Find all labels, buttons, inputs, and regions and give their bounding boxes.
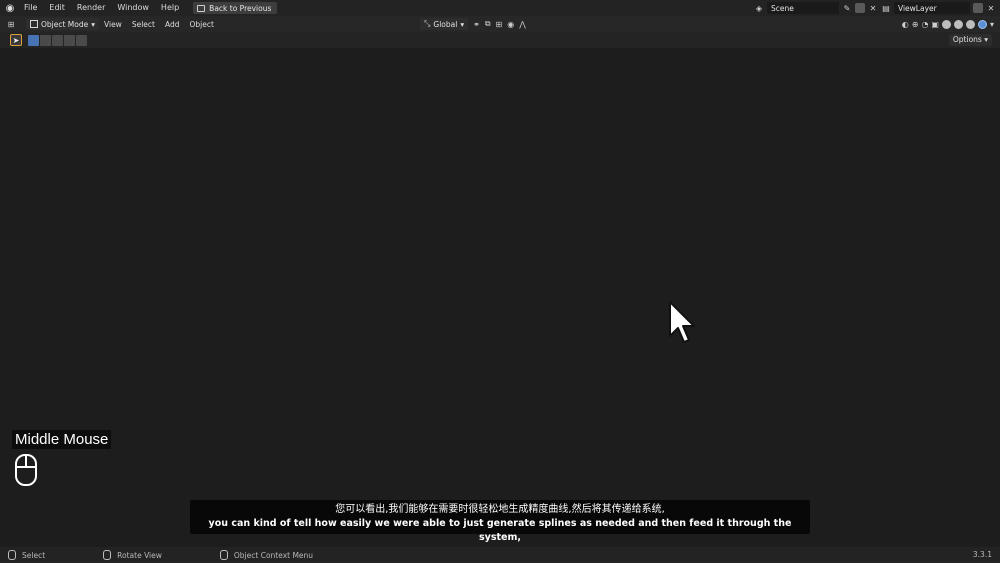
scene-controls: ◈ Scene ✎ ✕ ▤ ViewLayer ✕ bbox=[754, 0, 1000, 16]
transform-orientation-dropdown[interactable]: ⤡ Global ▾ bbox=[420, 18, 469, 30]
mouse-cursor-icon bbox=[669, 301, 695, 343]
version-label: 3.3.1 bbox=[972, 550, 992, 559]
subtitle-chinese: 您可以看出,我们能够在需要时很轻松地生成精度曲线,然后将其传递给系统, bbox=[335, 504, 665, 515]
visibility-icon[interactable]: ◐ bbox=[902, 20, 909, 29]
view-layer-name: ViewLayer bbox=[898, 3, 937, 13]
status-context-label: Object Context Menu bbox=[233, 550, 314, 560]
status-rotate-label: Rotate View bbox=[117, 550, 162, 560]
scene-name-field[interactable]: Scene bbox=[767, 2, 839, 14]
menu-object[interactable]: Object bbox=[185, 20, 219, 29]
mouse-hint-label: Middle Mouse bbox=[12, 430, 112, 449]
middle-mouse-icon bbox=[15, 454, 37, 486]
scene-render bbox=[0, 16, 1000, 547]
top-menu-bar: ◉ File Edit Render Window Help Back to P… bbox=[0, 0, 1000, 16]
object-mode-icon bbox=[30, 20, 38, 28]
status-rotate-view: Rotate View bbox=[103, 550, 162, 560]
menu-add[interactable]: Add bbox=[160, 20, 185, 29]
menu-edit[interactable]: Edit bbox=[43, 0, 71, 16]
editor-type-icon[interactable]: ⊞ bbox=[6, 20, 16, 29]
chevron-down-icon[interactable]: ▾ bbox=[990, 20, 994, 29]
options-dropdown[interactable]: Options ▾ bbox=[948, 34, 992, 46]
view-layer-field[interactable]: ViewLayer bbox=[894, 2, 970, 14]
close-scene-icon[interactable]: ✕ bbox=[868, 4, 878, 13]
left-mouse-icon bbox=[8, 550, 16, 560]
select-new-icon[interactable] bbox=[28, 34, 39, 46]
xray-icon[interactable]: ▣ bbox=[931, 20, 939, 29]
menu-file[interactable]: File bbox=[18, 0, 43, 16]
selection-mode-buttons bbox=[28, 34, 87, 46]
close-view-layer-icon[interactable]: ✕ bbox=[986, 4, 996, 13]
object-mode-label: Object Mode bbox=[41, 19, 89, 29]
overlays-icon[interactable]: ◔ bbox=[921, 20, 928, 29]
material-shading-icon[interactable] bbox=[965, 19, 975, 29]
screen-icon bbox=[197, 4, 206, 12]
object-mode-dropdown[interactable]: Object Mode ▾ bbox=[26, 18, 100, 30]
solid-shading-icon[interactable] bbox=[953, 19, 963, 29]
select-intersect-icon[interactable] bbox=[76, 34, 87, 46]
rendered-shading-icon[interactable] bbox=[977, 19, 987, 29]
falloff-icon[interactable]: ⋀ bbox=[519, 20, 526, 29]
menu-help[interactable]: Help bbox=[155, 0, 185, 16]
wireframe-shading-icon[interactable] bbox=[941, 19, 951, 29]
menu-view[interactable]: View bbox=[99, 20, 127, 29]
status-bar: Select Rotate View Object Context Menu 3… bbox=[0, 547, 1000, 563]
menu-window[interactable]: Window bbox=[111, 0, 155, 16]
viewport-shading-controls: ◐ ⊕ ◔ ▣ ▾ bbox=[902, 18, 994, 30]
right-mouse-icon bbox=[219, 550, 228, 560]
chevron-down-icon: ▾ bbox=[91, 19, 96, 29]
back-to-previous-label: Back to Previous bbox=[209, 3, 272, 13]
snap-target-icon[interactable]: ⊞ bbox=[496, 20, 503, 29]
subtitle-english: you can kind of tell how easily we were … bbox=[208, 518, 792, 543]
menu-render[interactable]: Render bbox=[71, 0, 111, 16]
menu-select[interactable]: Select bbox=[127, 20, 160, 29]
orientation-label: Global bbox=[433, 19, 458, 29]
chevron-down-icon: ▾ bbox=[984, 35, 988, 44]
back-to-previous-button[interactable]: Back to Previous bbox=[193, 2, 278, 14]
select-subtract-icon[interactable] bbox=[52, 34, 63, 46]
status-context-menu: Object Context Menu bbox=[219, 550, 314, 560]
chevron-down-icon: ▾ bbox=[460, 19, 465, 29]
viewport-header: ⊞ Object Mode ▾ View Select Add Object ⤡… bbox=[0, 16, 1000, 32]
blender-logo-icon[interactable]: ◉ bbox=[2, 0, 18, 16]
pin-icon[interactable]: ✎ bbox=[842, 4, 852, 13]
select-tool-icon[interactable]: ➤ bbox=[10, 34, 22, 46]
3d-viewport[interactable] bbox=[0, 16, 1000, 547]
new-view-layer-icon[interactable] bbox=[973, 3, 983, 13]
pivot-point-icon[interactable]: ⚭ bbox=[473, 20, 480, 29]
status-select-label: Select bbox=[22, 550, 46, 560]
proportional-edit-icon[interactable]: ◉ bbox=[507, 20, 514, 29]
transform-controls: ⤡ Global ▾ ⚭ ⧉ ⊞ ◉ ⋀ bbox=[420, 18, 526, 30]
select-extend-icon[interactable] bbox=[40, 34, 51, 46]
status-select: Select bbox=[8, 550, 45, 560]
scene-name: Scene bbox=[771, 3, 794, 13]
gizmo-icon[interactable]: ⊕ bbox=[912, 20, 919, 29]
subtitle-box: 您可以看出,我们能够在需要时很轻松地生成精度曲线,然后将其传递给系统, you … bbox=[190, 500, 810, 543]
snap-icon[interactable]: ⧉ bbox=[485, 19, 491, 29]
new-scene-icon[interactable] bbox=[855, 3, 865, 13]
middle-mouse-small-icon bbox=[103, 550, 112, 560]
scene-icon[interactable]: ◈ bbox=[754, 4, 764, 13]
orientation-icon: ⤡ bbox=[424, 19, 431, 28]
tool-settings-row: ➤ Options ▾ bbox=[0, 32, 1000, 48]
select-invert-icon[interactable] bbox=[64, 34, 75, 46]
options-label: Options bbox=[952, 35, 982, 44]
view-layer-icon[interactable]: ▤ bbox=[881, 4, 891, 13]
